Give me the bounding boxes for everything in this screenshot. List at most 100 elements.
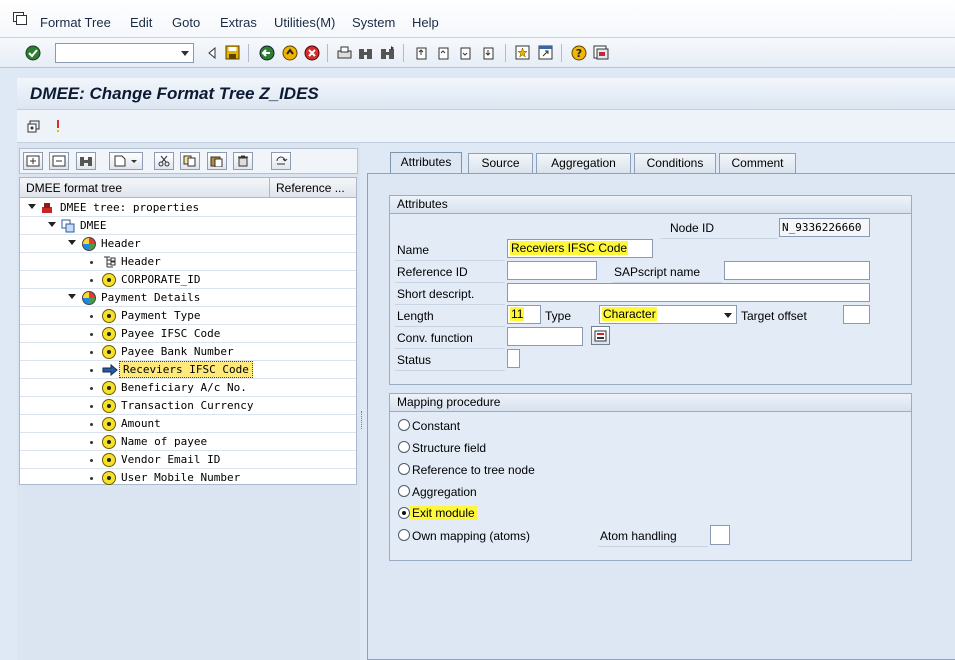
expand-arrow-icon[interactable] bbox=[68, 240, 76, 245]
tree-node-label: Vendor Email ID bbox=[121, 453, 220, 466]
back-icon[interactable] bbox=[258, 44, 275, 61]
radio-exit-module[interactable] bbox=[398, 507, 410, 519]
atom-handling-field[interactable] bbox=[710, 525, 730, 545]
tree-node-receviers-ifsc-code[interactable]: Receviers IFSC Code bbox=[20, 361, 356, 379]
copy-icon[interactable] bbox=[180, 152, 200, 170]
chevron-down-icon[interactable] bbox=[724, 313, 732, 318]
display-change-icon[interactable] bbox=[25, 117, 42, 134]
name-field[interactable]: Receviers IFSC Code bbox=[507, 239, 653, 258]
tree-node-label: Payee Bank Number bbox=[121, 345, 234, 358]
active-inactive-icon[interactable] bbox=[49, 117, 66, 134]
radio-reference-to-tree-node[interactable] bbox=[398, 463, 410, 475]
find-next-icon[interactable] bbox=[379, 44, 396, 61]
cut-icon[interactable] bbox=[154, 152, 174, 170]
column-header-format-tree[interactable]: DMEE format tree bbox=[26, 181, 122, 195]
tree-node-label: DMEE bbox=[80, 219, 107, 232]
next-page-icon[interactable] bbox=[457, 44, 474, 61]
tree-node-root[interactable]: DMEE tree: properties bbox=[20, 199, 356, 217]
tree-node-header-structure[interactable]: Header bbox=[20, 253, 356, 271]
conv-function-detail-button[interactable] bbox=[591, 326, 610, 345]
tree-node-dmee[interactable]: DMEE bbox=[20, 217, 356, 235]
tree-node-vendor-email-id[interactable]: Vendor Email ID bbox=[20, 451, 356, 469]
tree-node-amount[interactable]: Amount bbox=[20, 415, 356, 433]
expand-arrow-icon[interactable] bbox=[68, 294, 76, 299]
tree-node-payee-bank-number[interactable]: Payee Bank Number bbox=[20, 343, 356, 361]
find-icon[interactable] bbox=[76, 152, 96, 170]
tree-node-payee-ifsc-code[interactable]: Payee IFSC Code bbox=[20, 325, 356, 343]
exit-icon[interactable] bbox=[281, 44, 298, 61]
radio-aggregation[interactable] bbox=[398, 485, 410, 497]
tree-node-corporate-id[interactable]: CORPORATE_ID bbox=[20, 271, 356, 289]
element-node-icon bbox=[102, 381, 116, 395]
enter-check-icon[interactable] bbox=[24, 44, 41, 61]
menu-extras[interactable]: Extras bbox=[220, 15, 257, 30]
refresh-icon[interactable] bbox=[271, 152, 291, 170]
tab-attributes[interactable]: Attributes bbox=[390, 152, 462, 175]
tree-node-header-segment[interactable]: Header bbox=[20, 235, 356, 253]
tree-node-name-of-payee[interactable]: Name of payee bbox=[20, 433, 356, 451]
tree-node-beneficiary-ac-no[interactable]: Beneficiary A/c No. bbox=[20, 379, 356, 397]
print-icon[interactable] bbox=[336, 44, 353, 61]
tree-node-label: CORPORATE_ID bbox=[121, 273, 200, 286]
menu-system[interactable]: System bbox=[352, 15, 395, 30]
previous-page-icon[interactable] bbox=[435, 44, 452, 61]
tab-comment[interactable]: Comment bbox=[719, 153, 796, 174]
last-page-icon[interactable] bbox=[480, 44, 497, 61]
tree-node-payment-type[interactable]: Payment Type bbox=[20, 307, 356, 325]
paste-icon[interactable] bbox=[207, 152, 227, 170]
menu-format-tree[interactable]: Format Tree bbox=[40, 15, 111, 30]
shortcut-icon[interactable] bbox=[537, 44, 554, 61]
collapse-arrow-icon[interactable] bbox=[203, 44, 220, 61]
chevron-down-icon[interactable] bbox=[181, 51, 189, 56]
cancel-icon[interactable] bbox=[303, 44, 320, 61]
help-icon[interactable]: ? bbox=[570, 44, 587, 61]
system-menu-icon[interactable] bbox=[13, 12, 27, 25]
radio-structure-field[interactable] bbox=[398, 441, 410, 453]
target-offset-field[interactable] bbox=[843, 305, 870, 324]
element-node-icon bbox=[102, 309, 116, 323]
menu-bar: Format Tree Edit Goto Extras Utilities(M… bbox=[0, 0, 955, 38]
menu-goto[interactable]: Goto bbox=[172, 15, 200, 30]
status-field[interactable] bbox=[507, 349, 520, 368]
tab-aggregation[interactable]: Aggregation bbox=[536, 153, 631, 174]
menu-help[interactable]: Help bbox=[412, 15, 439, 30]
tree-node-label: Header bbox=[121, 255, 161, 268]
delete-icon[interactable] bbox=[233, 152, 253, 170]
type-select[interactable]: Character bbox=[599, 305, 737, 324]
tree-toolbar bbox=[19, 148, 358, 174]
sapscript-name-field[interactable] bbox=[724, 261, 870, 280]
length-field[interactable]: 11 bbox=[507, 305, 541, 324]
tab-source[interactable]: Source bbox=[468, 153, 533, 174]
reference-id-field[interactable] bbox=[507, 261, 597, 280]
node-id-field: N_9336226660 bbox=[779, 218, 870, 237]
tree-node-label: Payment Details bbox=[101, 291, 200, 304]
save-icon[interactable] bbox=[224, 44, 241, 61]
new-session-icon[interactable] bbox=[514, 44, 531, 61]
tree-node-transaction-currency[interactable]: Transaction Currency bbox=[20, 397, 356, 415]
expand-all-icon[interactable] bbox=[23, 152, 43, 170]
expand-arrow-icon[interactable] bbox=[28, 204, 36, 209]
expand-arrow-icon[interactable] bbox=[48, 222, 56, 227]
group-title: Mapping procedure bbox=[390, 394, 911, 412]
create-node-button[interactable] bbox=[109, 152, 143, 170]
first-page-icon[interactable] bbox=[413, 44, 430, 61]
element-node-icon bbox=[102, 327, 116, 341]
tab-conditions[interactable]: Conditions bbox=[634, 153, 716, 174]
tree-node-payment-details[interactable]: Payment Details bbox=[20, 289, 356, 307]
layout-settings-icon[interactable] bbox=[592, 44, 609, 61]
menu-utilities[interactable]: Utilities(M) bbox=[274, 15, 335, 30]
sapscript-name-label: SAPscript name bbox=[614, 265, 700, 279]
menu-edit[interactable]: Edit bbox=[130, 15, 152, 30]
arrow-right-icon bbox=[102, 363, 118, 377]
find-icon[interactable] bbox=[357, 44, 374, 61]
column-header-reference[interactable]: Reference ... bbox=[276, 181, 345, 195]
radio-own-mapping[interactable] bbox=[398, 529, 410, 541]
tree-node-user-mobile-number[interactable]: User Mobile Number bbox=[20, 469, 356, 487]
panel-splitter[interactable] bbox=[360, 143, 366, 660]
radio-constant[interactable] bbox=[398, 419, 410, 431]
conv-function-field[interactable] bbox=[507, 327, 583, 346]
radio-label: Structure field bbox=[412, 441, 486, 455]
collapse-all-icon[interactable] bbox=[49, 152, 69, 170]
short-descript-field[interactable] bbox=[507, 283, 870, 302]
command-field[interactable] bbox=[55, 43, 194, 63]
